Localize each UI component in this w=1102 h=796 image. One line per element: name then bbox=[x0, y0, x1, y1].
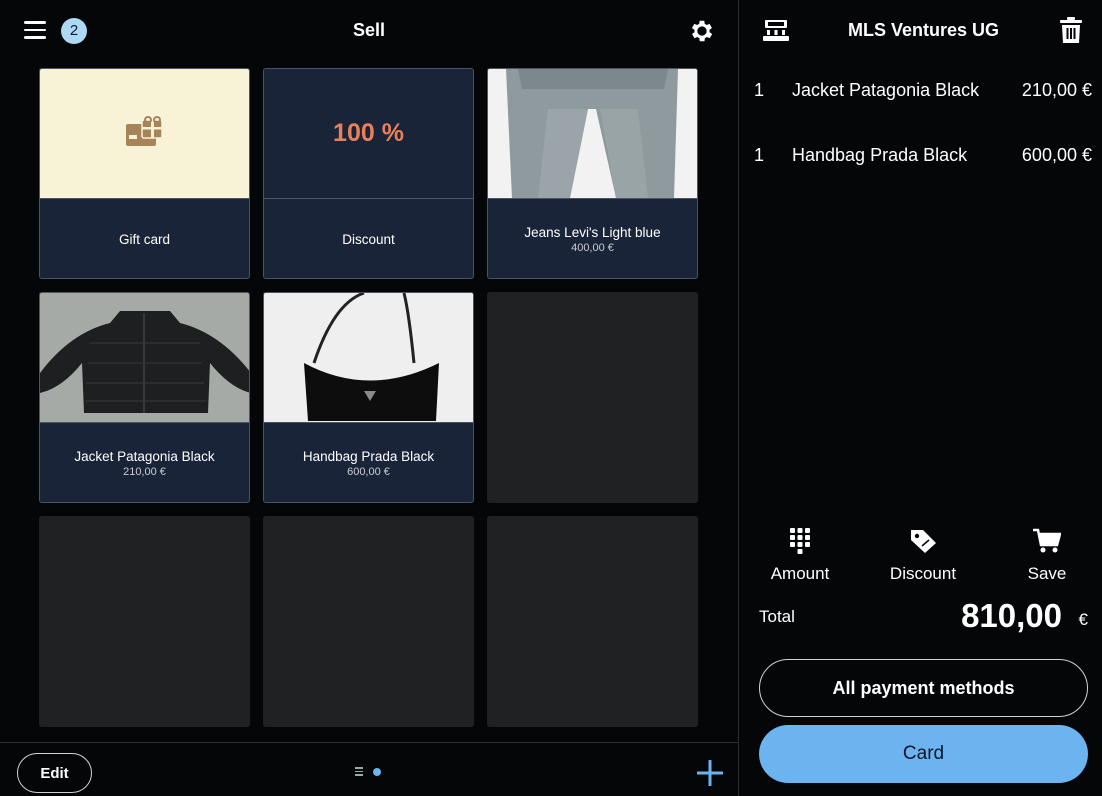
tile-jacket[interactable]: Jacket Patagonia Black 210,00 € bbox=[39, 292, 250, 503]
tile-jeans[interactable]: Jeans Levi's Light blue 400,00 € bbox=[487, 68, 698, 279]
gift-card-icon bbox=[126, 116, 163, 146]
page-indicator[interactable] bbox=[355, 767, 381, 778]
gift-card-image bbox=[40, 69, 249, 198]
empty-tile[interactable] bbox=[487, 516, 698, 727]
save-button[interactable]: Save bbox=[997, 528, 1097, 590]
tile-name: Gift card bbox=[118, 232, 170, 247]
cart-item[interactable]: 1 Jacket Patagonia Black 210,00 € bbox=[739, 70, 1102, 110]
tile-name: Jacket Patagonia Black bbox=[74, 449, 215, 464]
total-label: Total bbox=[759, 607, 795, 626]
list-view-icon[interactable] bbox=[355, 767, 363, 778]
empty-tile[interactable] bbox=[39, 516, 250, 727]
save-label: Save bbox=[1027, 564, 1067, 583]
bottom-bar: Edit bbox=[0, 742, 738, 796]
tile-name: Handbag Prada Black bbox=[302, 449, 435, 464]
tile-handbag[interactable]: Handbag Prada Black 600,00 € bbox=[263, 292, 474, 503]
cart-item-qty: 1 bbox=[754, 145, 765, 165]
plus-icon[interactable] bbox=[697, 760, 723, 786]
tile-price: 210,00 € bbox=[123, 466, 166, 478]
total-currency: € bbox=[1078, 610, 1088, 629]
total-value: 810,00 bbox=[961, 597, 1062, 634]
card-payment-button[interactable]: Card bbox=[759, 725, 1088, 783]
cart-item-name: Jacket Patagonia Black bbox=[792, 80, 980, 100]
amount-label: Amount bbox=[770, 564, 830, 583]
tile-gift-card[interactable]: Gift card bbox=[39, 68, 250, 279]
cart-item-name: Handbag Prada Black bbox=[792, 145, 968, 165]
gear-icon[interactable] bbox=[688, 17, 716, 45]
empty-tile[interactable] bbox=[263, 516, 474, 727]
cart-header: MLS Ventures UG bbox=[739, 0, 1102, 60]
handbag-image bbox=[264, 293, 473, 422]
cart-item[interactable]: 1 Handbag Prada Black 600,00 € bbox=[739, 135, 1102, 175]
trash-icon[interactable] bbox=[1060, 17, 1082, 43]
cart-actions: Amount Discount Save bbox=[739, 528, 1102, 593]
tile-price: 400,00 € bbox=[571, 242, 614, 254]
empty-tile[interactable] bbox=[487, 292, 698, 503]
discount-label: Discount bbox=[889, 564, 957, 583]
discount-display: 100 % bbox=[333, 119, 404, 147]
all-payment-methods-button[interactable]: All payment methods bbox=[759, 659, 1088, 717]
amount-button[interactable]: Amount bbox=[750, 528, 850, 590]
tile-name: Jeans Levi's Light blue bbox=[524, 225, 661, 240]
keypad-icon bbox=[790, 528, 810, 554]
tag-icon bbox=[911, 530, 936, 553]
cart-panel: MLS Ventures UG 1 Jacket Patagonia Black… bbox=[739, 0, 1102, 796]
page-dot[interactable] bbox=[373, 768, 381, 777]
company-name: MLS Ventures UG bbox=[847, 20, 1000, 40]
cart-item-price: 210,00 € bbox=[1021, 80, 1092, 100]
product-panel: 2 Sell Gift card 100 % Discount Jeans Le… bbox=[0, 0, 738, 796]
edit-button[interactable]: Edit bbox=[17, 753, 92, 793]
discount-button[interactable]: Discount bbox=[873, 528, 973, 590]
top-bar: 2 Sell bbox=[0, 0, 738, 60]
tile-price: 600,00 € bbox=[347, 466, 390, 478]
cart-icon bbox=[1033, 528, 1061, 553]
tile-name: Discount bbox=[342, 232, 395, 247]
page-title: Sell bbox=[352, 20, 386, 40]
tile-discount[interactable]: 100 % Discount bbox=[263, 68, 474, 279]
jeans-image bbox=[488, 69, 697, 198]
cart-item-qty: 1 bbox=[754, 80, 765, 100]
jacket-image bbox=[40, 293, 249, 422]
cart-item-price: 600,00 € bbox=[1021, 145, 1092, 165]
